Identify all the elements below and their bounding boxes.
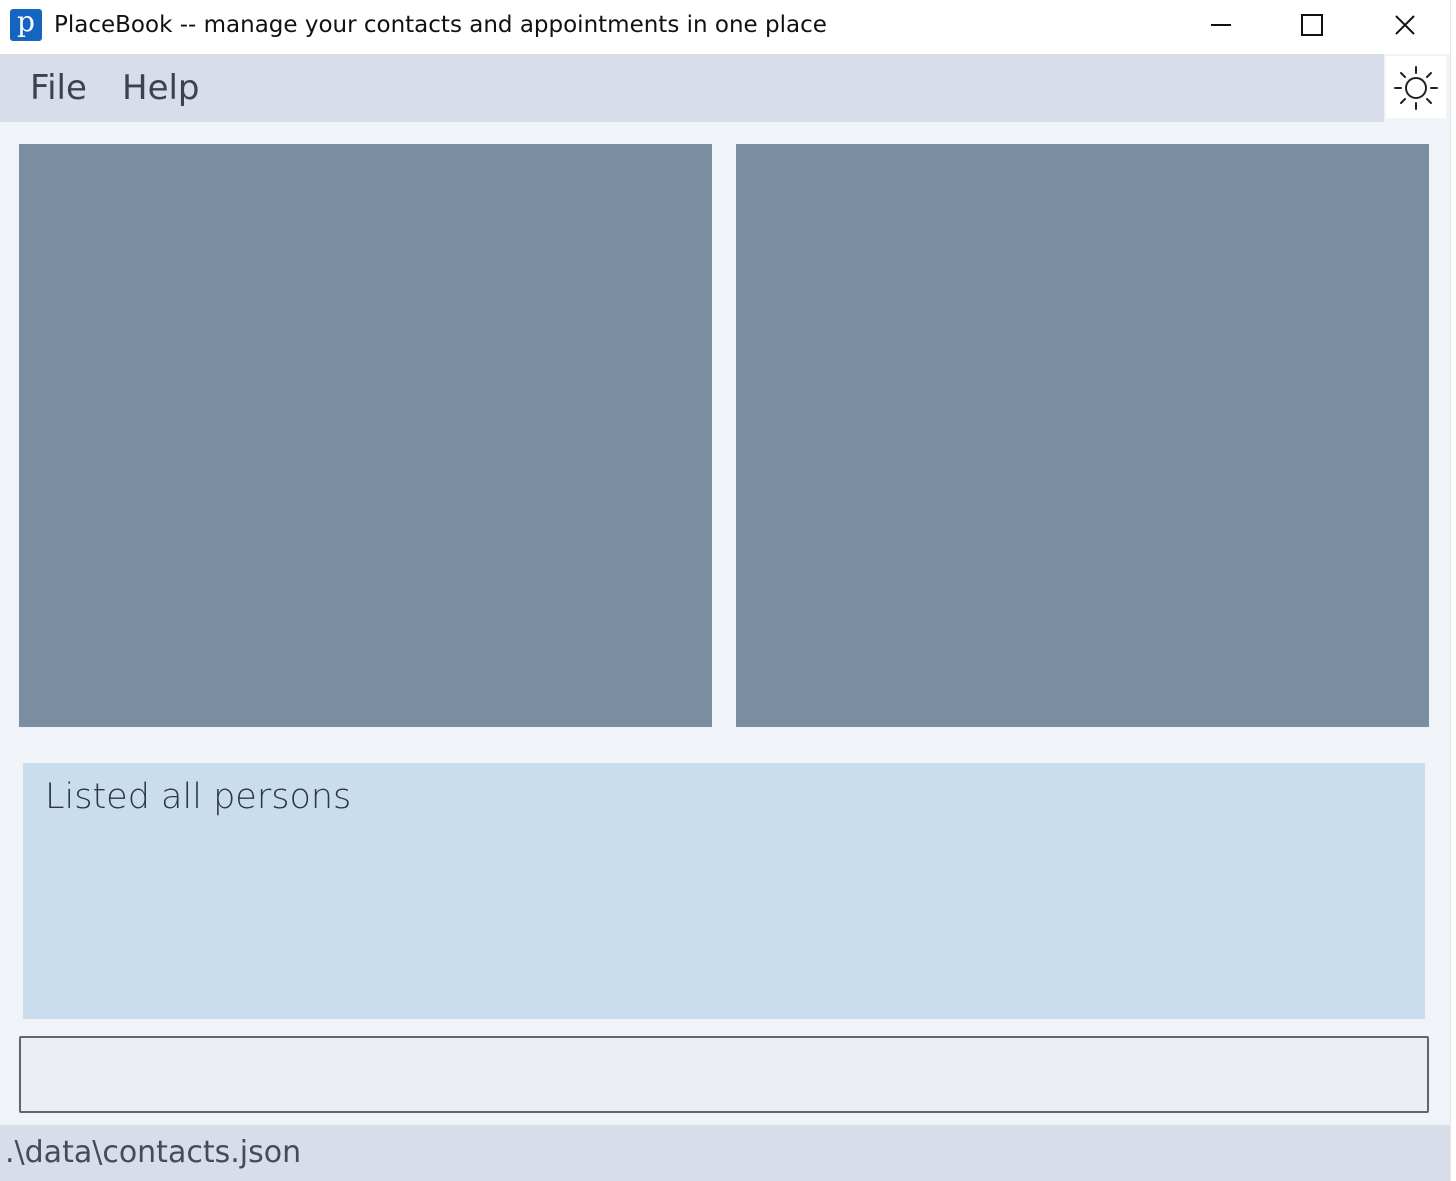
maximize-button[interactable] (1265, 0, 1357, 50)
theme-toggle-button[interactable] (1386, 56, 1446, 118)
status-bar: .\data\contacts.json (0, 1125, 1450, 1181)
person-list-panel[interactable] (19, 144, 712, 727)
window-title: PlaceBook -- manage your contacts and ap… (54, 12, 827, 38)
menu-bar: File Help (0, 54, 1384, 122)
minimize-icon (1211, 24, 1231, 26)
maximize-icon (1301, 14, 1323, 36)
app-logo-icon: p (10, 8, 42, 41)
close-button[interactable] (1358, 0, 1450, 50)
menu-help[interactable]: Help (122, 68, 200, 108)
sun-icon (1394, 66, 1438, 110)
result-display: Listed all persons (23, 763, 1425, 1019)
window-border (1450, 0, 1456, 1181)
result-message: Listed all persons (45, 777, 352, 817)
appointment-list-panel[interactable] (736, 144, 1429, 727)
minimize-button[interactable] (1174, 0, 1266, 50)
close-icon (1395, 15, 1415, 35)
save-location-path: .\data\contacts.json (5, 1135, 302, 1170)
title-bar: p PlaceBook -- manage your contacts and … (0, 0, 1450, 54)
menu-file[interactable]: File (30, 68, 87, 108)
command-input[interactable] (19, 1036, 1429, 1113)
